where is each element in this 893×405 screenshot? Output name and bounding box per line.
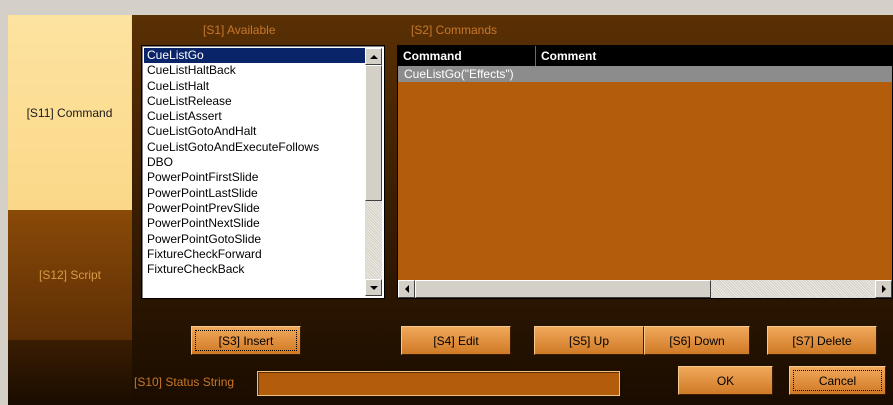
up-button-label: [S5] Up xyxy=(568,333,610,348)
list-item[interactable]: PowerPointNextSlide xyxy=(144,216,368,231)
up-button[interactable]: [S5] Up xyxy=(534,326,644,355)
commands-label: [S2] Commands xyxy=(411,23,498,37)
tab-command-label: [S11] Command xyxy=(26,105,113,120)
available-label: [S1] Available xyxy=(203,23,276,37)
column-header-comment[interactable]: Comment xyxy=(536,46,893,66)
grid-row[interactable]: CueListGo("Effects") xyxy=(398,66,892,82)
list-item[interactable]: CueListHalt xyxy=(144,79,368,94)
status-field[interactable] xyxy=(257,371,620,396)
scroll-up-button[interactable] xyxy=(365,48,382,65)
scroll-right-button[interactable] xyxy=(875,280,892,298)
list-item[interactable]: CueListAssert xyxy=(144,109,368,124)
scroll-down-button[interactable] xyxy=(365,279,382,296)
grid-header: Command Comment xyxy=(398,46,892,66)
cancel-button[interactable]: Cancel xyxy=(789,366,886,395)
list-item[interactable]: PowerPointFirstSlide xyxy=(144,170,368,185)
list-item[interactable]: PowerPointGotoSlide xyxy=(144,232,368,247)
tab-command[interactable]: [S11] Command xyxy=(8,15,132,210)
list-item[interactable]: CueListGotoAndExecuteFollows xyxy=(144,140,368,155)
insert-button-label: [S3] Insert xyxy=(218,333,274,348)
list-item[interactable]: PowerPointLastSlide xyxy=(144,186,368,201)
list-item[interactable]: DBO xyxy=(144,155,368,170)
arrow-right-icon xyxy=(881,285,886,293)
commands-hscrollbar[interactable] xyxy=(398,280,892,298)
down-button[interactable]: [S6] Down xyxy=(644,326,750,355)
delete-button[interactable]: [S7] Delete xyxy=(767,326,877,355)
ok-button-label: OK xyxy=(716,373,735,388)
edit-button[interactable]: [S4] Edit xyxy=(401,326,511,355)
delete-button-label: [S7] Delete xyxy=(792,333,852,348)
list-item[interactable]: CueListGo xyxy=(144,48,368,64)
available-list[interactable]: CueListGo CueListHaltBack CueListHalt CueLi… xyxy=(141,45,385,299)
hscroll-thumb[interactable] xyxy=(415,280,711,298)
arrow-up-icon xyxy=(369,54,378,59)
list-item[interactable]: CueListHaltBack xyxy=(144,63,368,78)
arrow-left-icon xyxy=(404,285,409,293)
arrow-down-icon xyxy=(369,285,378,290)
commands-grid[interactable]: Command Comment CueListGo("Effects") xyxy=(397,45,893,299)
grid-cell-command: CueListGo("Effects") xyxy=(404,67,514,81)
tab-filler xyxy=(8,340,132,405)
available-items: CueListGo CueListHaltBack CueListHalt CueLi… xyxy=(144,48,368,277)
list-item[interactable]: CueListGotoAndHalt xyxy=(144,124,368,139)
scroll-left-button[interactable] xyxy=(398,280,415,298)
list-item[interactable]: CueListRelease xyxy=(144,94,368,109)
down-button-label: [S6] Down xyxy=(669,333,725,348)
list-item[interactable]: PowerPointPrevSlide xyxy=(144,201,368,216)
available-vscrollbar[interactable] xyxy=(365,48,382,296)
edit-button-label: [S4] Edit xyxy=(433,333,479,348)
cancel-button-label: Cancel xyxy=(818,373,857,388)
status-label: [S10] Status String xyxy=(134,375,235,389)
insert-button[interactable]: [S3] Insert xyxy=(191,326,301,355)
list-item[interactable]: FixtureCheckForward xyxy=(144,247,368,262)
tab-script[interactable]: [S12] Script xyxy=(8,210,132,340)
ok-button[interactable]: OK xyxy=(678,366,773,395)
column-header-command[interactable]: Command xyxy=(398,46,536,66)
list-item[interactable]: FixtureCheckBack xyxy=(144,262,368,277)
scroll-thumb[interactable] xyxy=(365,65,382,201)
tab-script-label: [S12] Script xyxy=(38,268,102,282)
